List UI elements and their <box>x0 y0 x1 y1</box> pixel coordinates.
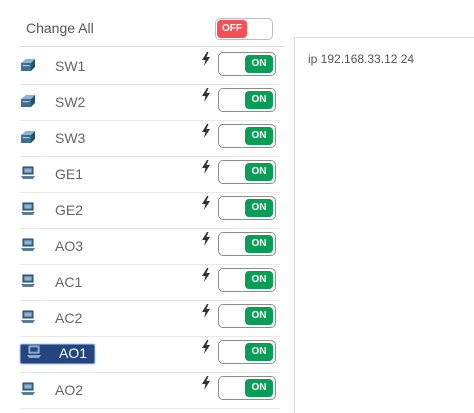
toggle-on-indicator: ON <box>245 163 273 181</box>
change-all-row: Change All OFF <box>20 12 284 47</box>
toggle-on-indicator: ON <box>245 271 273 289</box>
device-power-toggle[interactable]: ON <box>218 124 276 148</box>
lightning-bolt-icon <box>201 160 211 174</box>
device-power-toggle[interactable]: ON <box>218 196 276 220</box>
toggle-on-indicator: ON <box>245 55 273 73</box>
device-row[interactable]: GE2 ON <box>20 192 280 229</box>
config-panel: ip 192.168.33.12 24 <box>294 37 474 413</box>
device-row[interactable]: SW3 ON <box>20 120 280 157</box>
device-row[interactable]: AO2 ON <box>20 372 280 409</box>
device-name[interactable]: SW2 <box>55 94 85 110</box>
toggle-on-indicator: ON <box>245 343 273 361</box>
device-row[interactable]: AC1 ON <box>20 264 280 301</box>
device-power-toggle[interactable]: ON <box>218 304 276 328</box>
device-row[interactable]: AO3 ON <box>20 228 280 265</box>
computer-icon <box>20 238 36 252</box>
device-power-toggle[interactable]: ON <box>218 160 276 184</box>
device-name[interactable]: GE1 <box>55 166 83 182</box>
computer-icon <box>26 345 42 359</box>
computer-icon <box>20 274 36 288</box>
network-switch-icon <box>20 94 36 108</box>
change-all-toggle[interactable]: OFF <box>215 18 273 40</box>
device-name[interactable]: GE2 <box>55 202 83 218</box>
lightning-bolt-icon <box>201 376 211 390</box>
toggle-on-indicator: ON <box>245 379 273 397</box>
device-name[interactable]: SW3 <box>55 130 85 146</box>
change-all-label: Change All <box>26 20 94 36</box>
lightning-bolt-icon <box>201 52 211 66</box>
device-row[interactable]: SW1 ON <box>20 48 280 85</box>
device-row[interactable]: GE1 ON <box>20 156 280 193</box>
computer-icon <box>20 310 36 324</box>
computer-icon <box>20 382 36 396</box>
lightning-bolt-icon <box>201 196 211 210</box>
toggle-off-indicator: OFF <box>217 20 247 38</box>
device-power-toggle[interactable]: ON <box>218 52 276 76</box>
computer-icon <box>20 166 36 180</box>
config-text: ip 192.168.33.12 24 <box>308 52 415 66</box>
lightning-bolt-icon <box>201 340 211 354</box>
device-power-toggle[interactable]: ON <box>218 340 276 364</box>
device-row[interactable]: SW2 ON <box>20 84 280 121</box>
computer-icon <box>20 202 36 216</box>
device-name[interactable]: AC1 <box>55 274 82 290</box>
lightning-bolt-icon <box>201 88 211 102</box>
lightning-bolt-icon <box>201 268 211 282</box>
network-switch-icon <box>20 58 36 72</box>
toggle-on-indicator: ON <box>245 307 273 325</box>
device-name[interactable]: AO1 <box>59 345 87 361</box>
device-power-toggle[interactable]: ON <box>218 268 276 292</box>
device-row[interactable]: AC2 ON <box>20 300 280 337</box>
toggle-on-indicator: ON <box>245 91 273 109</box>
lightning-bolt-icon <box>201 232 211 246</box>
toggle-on-indicator: ON <box>245 127 273 145</box>
lightning-bolt-icon <box>201 304 211 318</box>
device-name[interactable]: SW1 <box>55 58 85 74</box>
device-name[interactable]: AO3 <box>55 238 83 254</box>
network-switch-icon <box>20 130 36 144</box>
device-name[interactable]: AO2 <box>55 382 83 398</box>
toggle-on-indicator: ON <box>245 235 273 253</box>
device-name[interactable]: AC2 <box>55 310 82 326</box>
toggle-on-indicator: ON <box>245 199 273 217</box>
lightning-bolt-icon <box>201 124 211 138</box>
device-power-toggle[interactable]: ON <box>218 88 276 112</box>
device-list-panel: Change All OFF SW1 ON SW2 ON SW3 ON GE1 ON GE2 ON… <box>0 0 284 413</box>
device-power-toggle[interactable]: ON <box>218 376 276 400</box>
device-row[interactable]: AO1 ON <box>20 336 280 373</box>
device-power-toggle[interactable]: ON <box>218 232 276 256</box>
